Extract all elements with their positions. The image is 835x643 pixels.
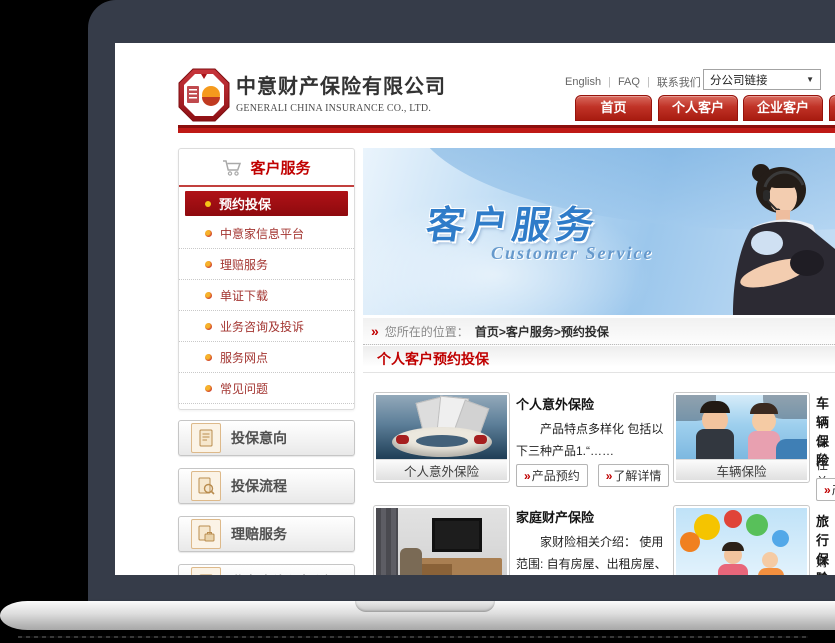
product-reserve-button[interactable]: » 产品预约 <box>516 464 588 487</box>
customer-service-banner: 客户服务 Customer Service <box>363 148 835 315</box>
separator: | <box>647 76 650 88</box>
double-arrow-icon: » <box>606 469 613 483</box>
breadcrumb: » 您所在的位置： 首页>客户服务>预约投保 <box>363 318 835 345</box>
link-contact-us[interactable]: 联系我们 <box>657 74 701 90</box>
product-buttons: » 产品预约 » 了解详情 <box>516 464 669 487</box>
product-detail-button[interactable]: » 了解详情 <box>598 464 670 487</box>
nav-tab-partial[interactable] <box>829 95 835 121</box>
doc-search-icon <box>191 471 221 501</box>
separator: | <box>608 76 611 88</box>
laptop-base-notch <box>355 601 495 612</box>
quick-link-claims-service[interactable]: 理赔服务 <box>178 516 355 552</box>
product-image-caption: 个人意外保险 <box>376 459 507 480</box>
screen: 中意财产保险有限公司 GENERALI CHINA INSURANCE CO.,… <box>115 43 835 575</box>
bullet-icon <box>205 323 212 330</box>
link-english[interactable]: English <box>565 76 601 88</box>
caret-down-icon: ▼ <box>806 75 814 84</box>
product-title: 个人意外保险 <box>516 394 666 413</box>
breadcrumb-marker-icon: » <box>371 323 379 339</box>
quick-link-insure-process[interactable]: 投保流程 <box>178 468 355 504</box>
doc-feedback-icon <box>191 567 221 575</box>
vehicle-insurance-image <box>676 395 807 459</box>
laptop-mockup: 中意财产保险有限公司 GENERALI CHINA INSURANCE CO.,… <box>0 0 835 643</box>
dropdown-value: 分公司链接 <box>710 72 768 88</box>
form-icon <box>191 423 221 453</box>
banner-title-en: Customer Service <box>491 243 654 264</box>
sidebar-item-claims-service[interactable]: 理赔服务 <box>179 249 354 280</box>
link-faq[interactable]: FAQ <box>618 76 640 88</box>
nav-tab-corporate[interactable]: 企业客户 <box>743 95 823 121</box>
customer-service-agent-image <box>717 163 835 315</box>
bullet-icon <box>205 354 212 361</box>
laptop-bezel: 中意财产保险有限公司 GENERALI CHINA INSURANCE CO.,… <box>88 0 835 601</box>
main-content: 客户服务 Customer Service <box>363 148 835 575</box>
bullet-icon <box>205 261 212 268</box>
sidebar-item-consult-complaint[interactable]: 业务咨询及投诉 <box>179 311 354 342</box>
sidebar-item-reserve-insure[interactable]: 预约投保 <box>185 191 348 216</box>
product-reserve-button-clipped[interactable]: » 产品预约 <box>816 478 835 501</box>
header-red-bar <box>178 125 835 133</box>
product-image-caption: 车辆保险 <box>676 459 807 480</box>
bullet-icon <box>205 201 211 207</box>
double-arrow-icon: » <box>524 469 531 483</box>
doc-case-icon <box>191 519 221 549</box>
bullet-icon <box>205 230 212 237</box>
branch-links-dropdown[interactable]: 分公司链接 ▼ <box>703 69 821 90</box>
sidebar: 客户服务 预约投保 中意家信息平台 理赔服务 <box>178 148 355 410</box>
section-title-bar: 个人客户预约投保 <box>363 346 835 373</box>
sidebar-title: 客户服务 <box>179 149 354 187</box>
product-card-personal-accident[interactable]: 个人意外保险 <box>373 392 510 483</box>
sidebar-item-service-network[interactable]: 服务网点 <box>179 342 354 373</box>
breadcrumb-prefix: 您所在的位置： <box>385 323 469 340</box>
laptop-shadow <box>18 636 808 638</box>
product-card-travel[interactable] <box>673 505 810 575</box>
sidebar-title-label: 客户服务 <box>250 157 310 178</box>
bullet-icon <box>205 385 212 392</box>
company-identity: 中意财产保险有限公司 GENERALI CHINA INSURANCE CO.,… <box>236 70 446 114</box>
nav-tab-home[interactable]: 首页 <box>575 95 652 121</box>
product-text-home-property: 家庭财产保险 家财险相关介绍： 使用范围: 自有房屋、出租房屋、其 <box>516 507 668 575</box>
customer-service-menu: 客户服务 预约投保 中意家信息平台 理赔服务 <box>178 148 355 410</box>
product-title: 家庭财产保险 <box>516 507 668 526</box>
product-description-fragment: 财产 <box>816 553 835 575</box>
product-text-personal-accident: 个人意外保险 产品特点多样化 包括以下三种产品1.“…… <box>516 394 666 462</box>
sidebar-item-doc-download[interactable]: 单证下载 <box>179 280 354 311</box>
page-title: 个人客户预约投保 <box>377 349 489 369</box>
product-description: 产品特点多样化 包括以下三种产品1.“…… <box>516 419 666 462</box>
bullet-icon <box>205 292 212 299</box>
company-name-cn: 中意财产保险有限公司 <box>236 70 446 99</box>
banner-title-cn: 客户服务 <box>423 194 603 249</box>
personal-accident-image <box>376 395 507 459</box>
company-name-en: GENERALI CHINA INSURANCE CO., LTD. <box>236 103 446 114</box>
sidebar-item-faq[interactable]: 常见问题 <box>179 373 354 404</box>
nav-tab-personal[interactable]: 个人客户 <box>658 95 738 121</box>
sidebar-item-zhongyi-platform[interactable]: 中意家信息平台 <box>179 218 354 249</box>
generali-octagon-logo <box>178 68 230 122</box>
laptop-base <box>0 601 835 630</box>
cart-icon <box>222 159 242 176</box>
top-utility-links: English | FAQ | 联系我们 <box>565 74 701 90</box>
quick-link-consult-complaint[interactable]: 业务咨询与投诉 <box>178 564 355 575</box>
product-card-vehicle[interactable]: 车辆保险 <box>673 392 810 483</box>
travel-insurance-image <box>676 508 807 575</box>
double-arrow-icon: » <box>824 483 831 497</box>
quick-link-insure-intent[interactable]: 投保意向 <box>178 420 355 456</box>
product-description: 家财险相关介绍： 使用范围: 自有房屋、出租房屋、其 <box>516 532 668 575</box>
breadcrumb-path[interactable]: 首页>客户服务>预约投保 <box>475 323 609 340</box>
home-property-image <box>376 508 507 575</box>
product-card-home-property[interactable] <box>373 505 510 575</box>
